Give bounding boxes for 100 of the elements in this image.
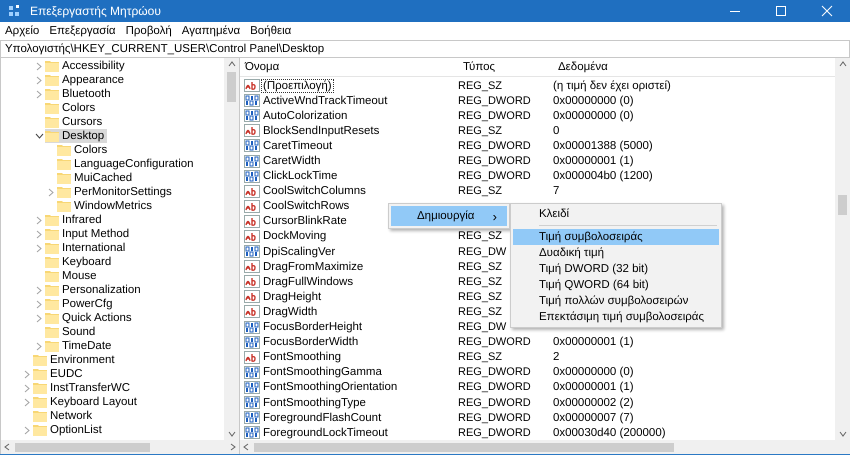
value-name[interactable]: CoolSwitchColumns <box>261 184 368 198</box>
expand-chevron-icon[interactable] <box>36 286 42 294</box>
menu-item[interactable]: Δημιουργία › <box>391 206 507 226</box>
menu-item[interactable]: Τιμή DWORD (32 bit) <box>513 261 719 277</box>
menu-item[interactable]: Επεκτάσιμη τιμή συμβολοσειράς <box>513 309 719 325</box>
tree-item[interactable]: Network <box>33 409 96 423</box>
value-name[interactable]: FocusBorderWidth <box>261 335 360 350</box>
tree-item[interactable]: International <box>45 241 128 255</box>
collapse-chevron-icon[interactable] <box>34 133 44 139</box>
tree-item[interactable]: Appearance <box>45 73 128 87</box>
tree-item[interactable]: OptionList <box>33 423 105 437</box>
value-name[interactable]: DragFullWindows <box>261 274 356 289</box>
value-name[interactable]: FocusBorderHeight <box>261 320 364 334</box>
column-header[interactable]: Δεδομένα <box>553 61 608 73</box>
value-name[interactable]: CursorBlinkRate <box>261 214 349 228</box>
value-name[interactable]: ClickLockTime <box>261 169 340 184</box>
tree-item[interactable]: Colors <box>57 143 110 157</box>
tree-item[interactable]: PerMonitorSettings <box>57 185 175 199</box>
tree-item[interactable]: Sound <box>45 325 98 339</box>
expand-chevron-icon[interactable] <box>48 188 54 196</box>
tree-item[interactable]: Personalization <box>45 283 144 297</box>
tree-item[interactable]: EUDC <box>33 367 86 381</box>
tree-item[interactable]: Mouse <box>45 269 100 283</box>
tree-item[interactable]: Cursors <box>45 115 106 129</box>
scrollbar[interactable] <box>835 58 850 440</box>
value-name[interactable]: (Προεπιλογή) <box>261 78 334 93</box>
tree-item[interactable]: TimeDate <box>45 339 114 353</box>
value-name[interactable]: FontSmoothing <box>261 350 343 364</box>
tree-item[interactable]: Bluetooth <box>45 87 114 101</box>
menu-item[interactable]: Βοήθεια <box>245 25 296 37</box>
value-name[interactable]: DragWidth <box>261 304 320 319</box>
value-name[interactable]: CaretTimeout <box>261 138 334 153</box>
tree-item[interactable]: Environment <box>33 353 118 367</box>
expand-chevron-icon[interactable] <box>24 370 30 378</box>
tree-item[interactable]: PowerCfg <box>45 297 116 311</box>
menu-item[interactable]: Δυαδική τιμή <box>513 245 719 261</box>
registry-icon <box>8 4 22 18</box>
binary-value-icon <box>244 426 260 440</box>
scrollbar[interactable] <box>1 440 239 454</box>
value-name[interactable]: DragFromMaximize <box>261 260 366 274</box>
tree-item[interactable]: Accessibility <box>45 59 128 73</box>
menu-item[interactable]: Προβολή <box>120 25 177 37</box>
expand-chevron-icon[interactable] <box>24 398 30 406</box>
tree-item[interactable]: Desktop <box>45 129 108 143</box>
expand-chevron-icon[interactable] <box>36 244 42 252</box>
value-name[interactable]: CaretWidth <box>261 154 323 168</box>
expand-chevron-icon[interactable] <box>36 90 42 98</box>
value-name[interactable]: AutoColorization <box>261 108 350 123</box>
column-header[interactable]: Όνομα <box>240 61 458 73</box>
binary-value-icon <box>244 396 260 410</box>
tree-item[interactable]: Quick Actions <box>45 311 135 325</box>
expand-chevron-icon[interactable] <box>36 314 42 322</box>
value-name[interactable]: FontSmoothingOrientation <box>261 380 400 394</box>
value-name[interactable]: ForegroundLockTimeout <box>261 426 390 440</box>
binary-value-icon <box>244 109 260 122</box>
menu-item[interactable]: Κλειδί <box>513 206 719 222</box>
value-name[interactable]: BlockSendInputResets <box>261 124 382 138</box>
tree-item[interactable]: MuiCached <box>57 171 136 185</box>
string-value-icon <box>244 260 260 274</box>
menu-item[interactable]: Τιμή QWORD (64 bit) <box>513 277 719 293</box>
value-name[interactable]: DragHeight <box>261 290 324 304</box>
tree-item[interactable]: LanguageConfiguration <box>57 157 197 171</box>
menu-item[interactable]: Τιμή πολλών συμβολοσειρών <box>513 293 719 309</box>
scrollbar[interactable] <box>224 58 239 440</box>
value-name[interactable]: FontSmoothingType <box>261 396 368 410</box>
scroll-thumb[interactable] <box>838 195 847 215</box>
value-name[interactable]: FontSmoothingGamma <box>261 365 384 380</box>
value-type: REG_DWORD <box>458 366 531 378</box>
menu-item[interactable]: Επεξεργασία <box>44 25 121 37</box>
expand-chevron-icon[interactable] <box>24 384 30 392</box>
menu-item[interactable]: Τιμή συμβολοσειράς <box>513 229 719 245</box>
tree-item[interactable]: Infrared <box>45 213 105 227</box>
value-name[interactable]: DockMoving <box>261 229 328 244</box>
expand-chevron-icon[interactable] <box>36 216 42 224</box>
column-header[interactable]: Τύπος <box>458 61 553 73</box>
value-name[interactable]: ForegroundFlashCount <box>261 410 384 425</box>
value-data: 0x00000001 (1) <box>553 155 635 168</box>
tree-item[interactable]: Input Method <box>45 227 132 241</box>
menu-item[interactable]: Αγαπημένα <box>176 25 246 37</box>
tree-item[interactable]: Colors <box>45 101 98 115</box>
tree-item[interactable]: Keyboard <box>45 255 114 269</box>
folder-icon <box>45 270 59 282</box>
scroll-thumb[interactable] <box>227 72 236 102</box>
menu-item[interactable]: Αρχείο <box>0 25 44 37</box>
value-name[interactable]: CoolSwitchRows <box>261 199 352 214</box>
expand-chevron-icon[interactable] <box>36 300 42 308</box>
address-field[interactable]: Υπολογιστής\HKEY_CURRENT_USER\Control Panel\Desktop <box>0 40 850 58</box>
expand-chevron-icon[interactable] <box>24 426 30 434</box>
expand-chevron-icon[interactable] <box>36 342 42 350</box>
tree-item[interactable]: InstTransferWC <box>33 381 134 395</box>
value-name[interactable]: DpiScalingVer <box>261 244 338 259</box>
folder-icon <box>57 200 71 212</box>
expand-chevron-icon[interactable] <box>36 62 42 70</box>
expand-chevron-icon[interactable] <box>36 230 42 238</box>
value-name[interactable]: ActiveWndTrackTimeout <box>261 94 390 108</box>
folder-icon <box>57 172 71 184</box>
scrollbar[interactable] <box>240 440 850 454</box>
expand-chevron-icon[interactable] <box>36 76 42 84</box>
tree-item[interactable]: Keyboard Layout <box>33 395 140 409</box>
tree-item[interactable]: WindowMetrics <box>57 199 155 213</box>
